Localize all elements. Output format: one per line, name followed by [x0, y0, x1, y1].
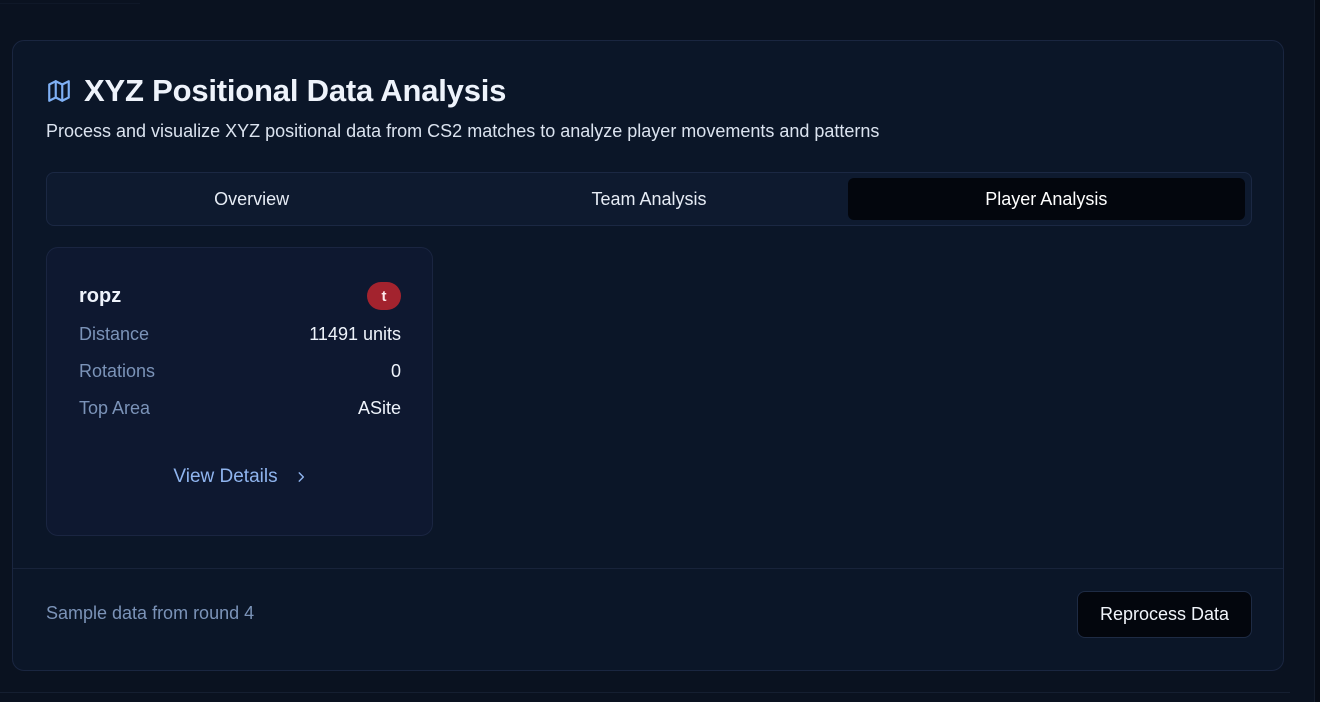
stat-row-rotations: Rotations 0 — [79, 361, 401, 382]
panel-header: XYZ Positional Data Analysis Process and… — [46, 73, 879, 142]
map-icon — [46, 78, 72, 104]
stat-label: Distance — [79, 324, 150, 344]
footer-divider — [13, 568, 1283, 569]
next-section-border — [0, 692, 1290, 693]
stat-value: ASite — [357, 398, 401, 418]
panel-title: XYZ Positional Data Analysis — [84, 73, 507, 108]
view-details-button[interactable]: View Details — [47, 466, 434, 488]
title-row: XYZ Positional Data Analysis — [46, 73, 879, 109]
footer-note: Sample data from round 4 — [46, 603, 255, 623]
player-name: ropz — [79, 284, 122, 307]
stat-value: 0 — [390, 361, 401, 381]
window-edge — [1314, 0, 1320, 702]
previous-section-fragment — [0, 0, 140, 4]
panel-subtitle: Process and visualize XYZ positional dat… — [46, 121, 880, 141]
reprocess-data-button[interactable]: Reprocess Data — [1077, 591, 1252, 638]
positional-analysis-panel: XYZ Positional Data Analysis Process and… — [12, 40, 1284, 671]
chevron-right-icon — [294, 470, 308, 484]
player-card-header: ropz t — [79, 282, 401, 310]
analysis-tabs: Overview Team Analysis Player Analysis — [46, 172, 1252, 226]
stat-row-top-area: Top Area ASite — [79, 398, 401, 419]
stat-label: Rotations — [79, 361, 156, 381]
stat-label: Top Area — [79, 398, 151, 418]
view-details-label: View Details — [173, 466, 278, 487]
tab-team-analysis[interactable]: Team Analysis — [450, 178, 847, 220]
tab-player-analysis[interactable]: Player Analysis — [847, 178, 1245, 220]
tab-overview[interactable]: Overview — [53, 178, 450, 220]
team-badge: t — [367, 282, 401, 310]
player-card: ropz t Distance 11491 units Rotations 0 … — [46, 247, 433, 536]
stat-row-distance: Distance 11491 units — [79, 324, 401, 345]
stat-value: 11491 units — [309, 324, 401, 344]
